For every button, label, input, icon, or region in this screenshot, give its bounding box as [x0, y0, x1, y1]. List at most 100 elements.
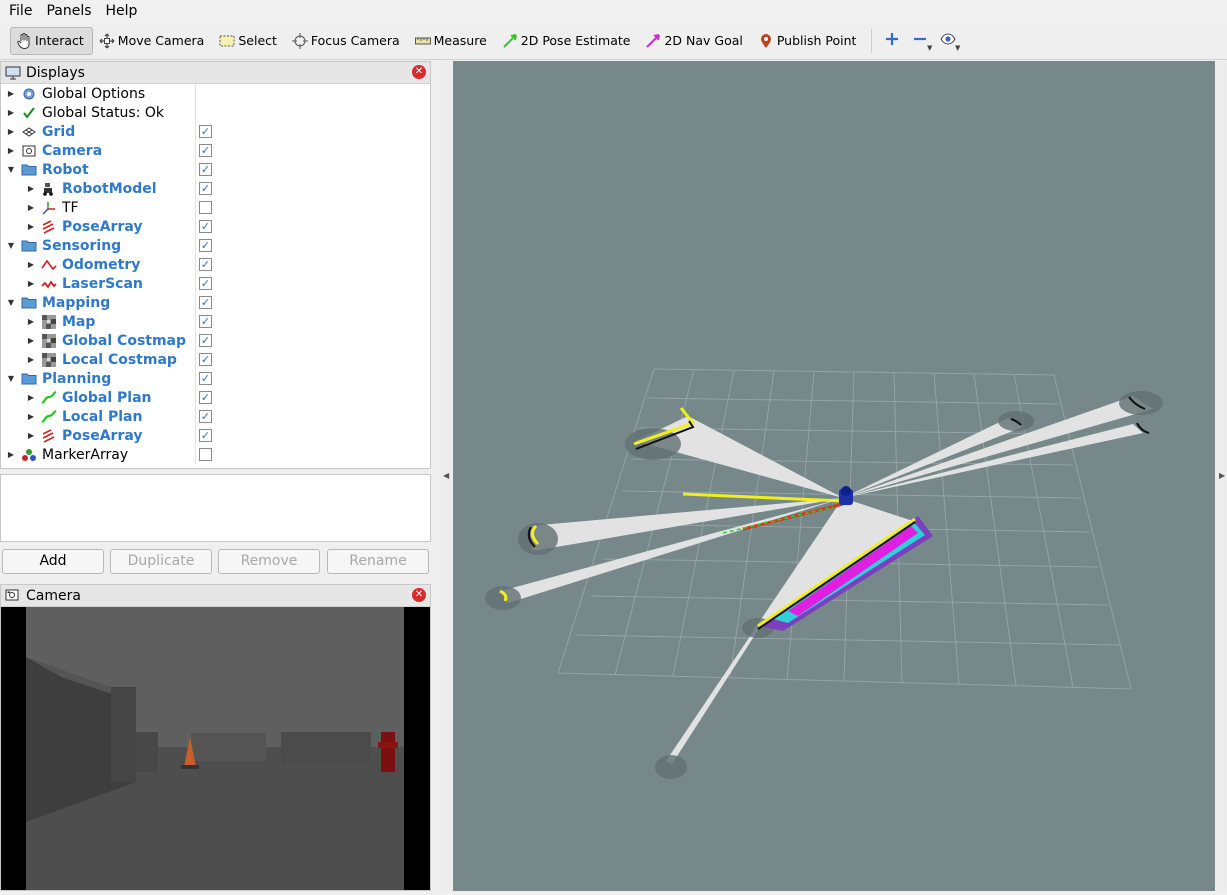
display-enable-checkbox[interactable]: ✓ [199, 144, 212, 157]
display-enable-checkbox[interactable]: ✓ [199, 410, 212, 423]
rename-display-button[interactable]: Rename [327, 549, 429, 574]
chevron-down-icon[interactable]: ▼ [6, 374, 16, 383]
chevron-right-icon[interactable]: ▶ [26, 222, 36, 231]
chevron-down-icon[interactable]: ▼ [6, 298, 16, 307]
display-item-odometry[interactable]: ▶ Odometry ✓ [1, 255, 430, 274]
menu-help[interactable]: Help [99, 0, 145, 22]
display-item-camera[interactable]: ▶ Camera ✓ [1, 141, 430, 160]
display-item-label: Global Options [42, 85, 146, 102]
display-enable-checkbox[interactable]: ✓ [199, 163, 212, 176]
2d-nav-goal-tool-button[interactable]: 2D Nav Goal [639, 27, 751, 55]
display-item-sensoring[interactable]: ▼ Sensoring ✓ [1, 236, 430, 255]
hand-cursor-icon [15, 32, 33, 50]
camera-panel: Camera ✕ [0, 584, 431, 891]
display-item-label: MarkerArray [42, 446, 129, 463]
display-enable-checkbox[interactable]: ✓ [199, 239, 212, 252]
display-item-map[interactable]: ▶ Map ✓ [1, 312, 430, 331]
display-item-label: LaserScan [62, 275, 143, 292]
chevron-right-icon[interactable]: ▶ [6, 89, 16, 98]
map-grid-icon [41, 333, 57, 349]
menu-panels[interactable]: Panels [39, 0, 98, 22]
display-enable-checkbox[interactable]: ✓ [199, 334, 212, 347]
chevron-right-icon[interactable]: ▶ [6, 127, 16, 136]
display-enable-checkbox[interactable] [199, 201, 212, 214]
close-icon[interactable]: ✕ [412, 588, 426, 602]
left-panel-collapse-handle[interactable]: ◀ [441, 61, 451, 891]
chevron-right-icon[interactable]: ▶ [6, 450, 16, 459]
2d-nav-goal-label: 2D Nav Goal [664, 33, 743, 48]
move-camera-tool-button[interactable]: Move Camera [93, 27, 214, 55]
remove-tool-button[interactable]: ▼ [906, 27, 934, 55]
chevron-right-icon[interactable]: ▶ [6, 146, 16, 155]
chevron-right-icon[interactable]: ▶ [26, 184, 36, 193]
display-item-local-plan[interactable]: ▶ Local Plan ✓ [1, 407, 430, 426]
display-item-mapping[interactable]: ▼ Mapping ✓ [1, 293, 430, 312]
display-item-markerarray[interactable]: ▶ MarkerArray [1, 445, 430, 464]
chevron-right-icon[interactable]: ▶ [26, 412, 36, 421]
view-options-button[interactable]: ▼ [934, 27, 962, 55]
path-icon [41, 409, 57, 425]
display-item-robotmodel[interactable]: ▶ RobotModel ✓ [1, 179, 430, 198]
chevron-right-icon[interactable]: ▶ [26, 431, 36, 440]
add-tool-button[interactable] [878, 27, 906, 55]
select-tool-button[interactable]: Select [213, 27, 286, 55]
measure-tool-button[interactable]: Measure [409, 27, 496, 55]
display-enable-checkbox[interactable]: ✓ [199, 182, 212, 195]
chevron-right-icon[interactable]: ▶ [26, 355, 36, 364]
display-item-posearray[interactable]: ▶ PoseArray ✓ [1, 426, 430, 445]
interact-tool-button[interactable]: Interact [10, 26, 93, 55]
display-enable-checkbox[interactable]: ✓ [199, 258, 212, 271]
displays-panel: Displays ✕ ▶ Global Options ▶ Global Status… [0, 61, 431, 469]
green-arrow-icon [501, 32, 519, 50]
add-display-button[interactable]: Add [2, 549, 104, 574]
chevron-right-icon[interactable]: ▶ [26, 203, 36, 212]
duplicate-display-button[interactable]: Duplicate [110, 549, 212, 574]
chevron-right-icon[interactable]: ▶ [26, 260, 36, 269]
publish-point-tool-button[interactable]: Publish Point [752, 27, 866, 55]
display-enable-checkbox[interactable] [199, 448, 212, 461]
2d-pose-estimate-tool-button[interactable]: 2D Pose Estimate [496, 27, 640, 55]
robot-model [839, 486, 853, 505]
2d-pose-estimate-label: 2D Pose Estimate [520, 33, 631, 48]
display-enable-checkbox[interactable]: ✓ [199, 277, 212, 290]
chevron-right-icon[interactable]: ▶ [26, 336, 36, 345]
3d-render-viewport[interactable] [453, 61, 1215, 891]
display-item-label: Map [62, 313, 96, 330]
display-item-label: Local Costmap [62, 351, 177, 368]
display-item-global-status-ok[interactable]: ▶ Global Status: Ok [1, 103, 430, 122]
display-item-planning[interactable]: ▼ Planning ✓ [1, 369, 430, 388]
menu-file[interactable]: File [2, 0, 39, 22]
display-enable-checkbox[interactable]: ✓ [199, 220, 212, 233]
display-item-global-costmap[interactable]: ▶ Global Costmap ✓ [1, 331, 430, 350]
display-enable-checkbox[interactable]: ✓ [199, 372, 212, 385]
display-enable-checkbox[interactable]: ✓ [199, 391, 212, 404]
chevron-right-icon[interactable]: ▶ [26, 279, 36, 288]
folder-icon [21, 238, 37, 254]
remove-display-button[interactable]: Remove [218, 549, 320, 574]
close-icon[interactable]: ✕ [412, 65, 426, 79]
chevron-right-icon[interactable]: ▶ [26, 317, 36, 326]
focus-camera-tool-button[interactable]: Focus Camera [286, 27, 409, 55]
display-item-laserscan[interactable]: ▶ LaserScan ✓ [1, 274, 430, 293]
chevron-right-icon[interactable]: ▶ [26, 393, 36, 402]
camera-icon [21, 143, 37, 159]
display-enable-checkbox[interactable]: ✓ [199, 353, 212, 366]
display-item-label: Global Costmap [62, 332, 187, 349]
display-item-local-costmap[interactable]: ▶ Local Costmap ✓ [1, 350, 430, 369]
displays-panel-title-bar: Displays ✕ [1, 62, 430, 84]
display-item-grid[interactable]: ▶ Grid ✓ [1, 122, 430, 141]
display-enable-checkbox[interactable]: ✓ [199, 296, 212, 309]
display-item-posearray[interactable]: ▶ PoseArray ✓ [1, 217, 430, 236]
chevron-down-icon[interactable]: ▼ [6, 165, 16, 174]
display-enable-checkbox[interactable]: ✓ [199, 315, 212, 328]
chevron-down-icon[interactable]: ▼ [6, 241, 16, 250]
display-item-global-plan[interactable]: ▶ Global Plan ✓ [1, 388, 430, 407]
display-enable-checkbox[interactable]: ✓ [199, 429, 212, 442]
right-panel-collapse-handle[interactable]: ▶ [1216, 61, 1226, 891]
display-item-robot[interactable]: ▼ Robot ✓ [1, 160, 430, 179]
chevron-right-icon[interactable]: ▶ [6, 108, 16, 117]
display-item-tf[interactable]: ▶ TF [1, 198, 430, 217]
map-grid-icon [41, 314, 57, 330]
display-enable-checkbox[interactable]: ✓ [199, 125, 212, 138]
display-item-global-options[interactable]: ▶ Global Options [1, 84, 430, 103]
